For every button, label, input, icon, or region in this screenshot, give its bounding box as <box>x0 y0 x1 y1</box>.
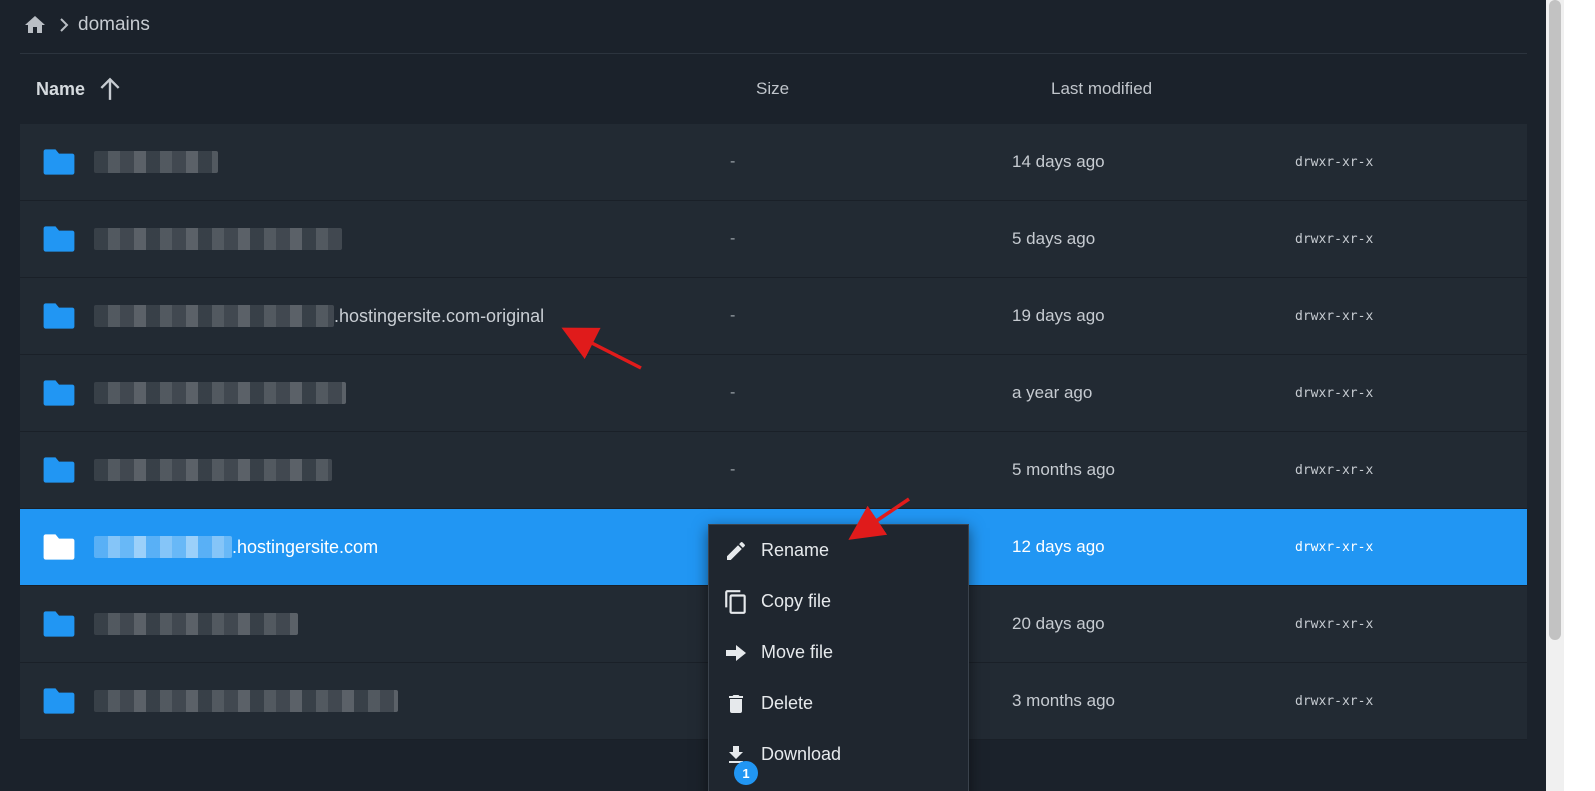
file-permissions: drwxr-xr-x <box>1295 231 1374 247</box>
redacted-name <box>94 382 346 404</box>
trash-icon <box>723 691 749 717</box>
folder-icon <box>42 432 78 508</box>
file-size: - <box>730 461 736 478</box>
file-permissions: drwxr-xr-x <box>1295 154 1374 170</box>
file-size: - <box>730 307 736 324</box>
table-row[interactable]: - 14 days ago drwxr-xr-x <box>20 124 1527 201</box>
redacted-name <box>94 151 218 173</box>
table-row[interactable]: - 5 days ago drwxr-xr-x <box>20 201 1527 278</box>
column-header-last-modified[interactable]: Last modified <box>1051 56 1152 122</box>
scrollbar-thumb[interactable] <box>1549 0 1561 640</box>
menu-item-download[interactable]: 1 Download <box>709 729 968 785</box>
divider <box>20 53 1527 54</box>
file-name[interactable] <box>94 663 398 739</box>
file-permissions: drwxr-xr-x <box>1295 385 1374 401</box>
menu-item-copy-file[interactable]: Copy file <box>709 576 968 627</box>
menu-item-move-file[interactable]: Move file <box>709 627 968 678</box>
file-permissions: drwxr-xr-x <box>1295 462 1374 478</box>
file-size: - <box>730 153 736 170</box>
file-modified: 19 days ago <box>1012 306 1105 325</box>
redacted-name <box>94 613 298 635</box>
menu-item-label: Delete <box>761 693 814 713</box>
file-modified: 20 days ago <box>1012 614 1105 633</box>
file-name-suffix: .hostingersite.com <box>232 536 379 557</box>
table-row[interactable]: - 5 months ago drwxr-xr-x <box>20 432 1527 509</box>
menu-item-delete[interactable]: Delete <box>709 678 968 729</box>
folder-icon <box>42 663 78 739</box>
breadcrumb-item-domains[interactable]: domains <box>78 14 150 36</box>
column-header-name-label: Name <box>36 78 86 99</box>
copy-icon <box>723 589 749 615</box>
table-row[interactable]: - a year ago drwxr-xr-x <box>20 355 1527 432</box>
folder-icon <box>42 355 78 431</box>
folder-icon <box>42 124 78 200</box>
window-edge <box>1564 0 1595 791</box>
file-name[interactable]: .hostingersite.com-original <box>94 278 544 354</box>
file-permissions: drwxr-xr-x <box>1295 693 1374 709</box>
file-name[interactable] <box>94 124 218 200</box>
breadcrumb: domains <box>22 10 150 40</box>
home-icon[interactable] <box>22 12 48 38</box>
folder-icon <box>42 278 78 354</box>
redacted-name <box>94 228 342 250</box>
file-name[interactable] <box>94 201 342 277</box>
file-name[interactable] <box>94 355 346 431</box>
column-header-size[interactable]: Size <box>756 56 789 122</box>
file-name[interactable]: .hostingersite.com <box>94 509 378 585</box>
sort-ascending-icon[interactable] <box>97 76 123 102</box>
file-modified: 12 days ago <box>1012 537 1105 556</box>
file-modified: 14 days ago <box>1012 152 1105 171</box>
menu-item-label: Download <box>761 744 842 764</box>
file-permissions: drwxr-xr-x <box>1295 616 1374 632</box>
file-size: - <box>730 384 736 401</box>
menu-item-rename[interactable]: Rename <box>709 525 968 576</box>
folder-icon <box>42 586 78 662</box>
file-permissions: drwxr-xr-x <box>1295 539 1374 555</box>
redacted-name <box>94 690 398 712</box>
table-row[interactable]: .hostingersite.com-original - 19 days ago d… <box>20 278 1527 355</box>
file-modified: 5 days ago <box>1012 229 1096 248</box>
file-name[interactable] <box>94 586 298 662</box>
context-menu: Rename Copy file Move file Delete 1 Down… <box>708 524 969 791</box>
file-manager: domains Name Size Last modified - 14 days… <box>0 0 1595 791</box>
redacted-name <box>94 536 232 558</box>
arrow-right-icon <box>723 640 749 666</box>
file-modified: 5 months ago <box>1012 460 1116 479</box>
file-size: - <box>730 230 736 247</box>
redacted-name <box>94 305 334 327</box>
file-name[interactable] <box>94 432 332 508</box>
file-modified: 3 months ago <box>1012 691 1116 710</box>
chevron-right-icon <box>58 17 70 33</box>
menu-item-label: Rename <box>761 540 830 560</box>
column-header-name[interactable]: Name <box>36 56 123 122</box>
file-name-suffix: .hostingersite.com-original <box>334 305 545 326</box>
file-modified: a year ago <box>1012 383 1093 402</box>
file-permissions: drwxr-xr-x <box>1295 308 1374 324</box>
folder-icon <box>42 509 78 585</box>
file-list-header: Name Size Last modified <box>20 56 1527 122</box>
redacted-name <box>94 459 332 481</box>
menu-item-label: Copy file <box>761 591 832 611</box>
download-count-badge: 1 <box>734 761 758 785</box>
pencil-icon <box>723 538 749 564</box>
folder-icon <box>42 201 78 277</box>
menu-item-label: Move file <box>761 642 834 662</box>
